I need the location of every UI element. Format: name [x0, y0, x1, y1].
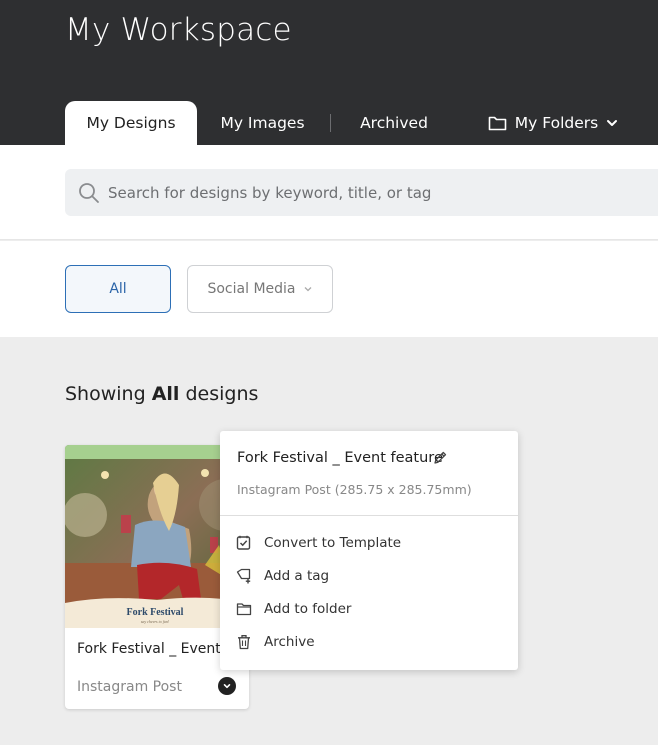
filter-all-button[interactable]: All — [65, 265, 171, 313]
folder-icon — [488, 116, 507, 131]
tab-my-designs[interactable]: My Designs — [65, 101, 197, 145]
tab-label: My Designs — [86, 114, 176, 132]
thumbnail-tagline-text: say cheers to fun! — [141, 619, 170, 624]
design-context-menu: Fork Festival _ Event feature Instagram … — [220, 431, 518, 670]
page-title: My Workspace — [65, 12, 292, 48]
menu-item-label: Archive — [264, 634, 315, 650]
add-tag-icon — [236, 568, 251, 584]
card-title[interactable]: Fork Festival _ Event — [77, 641, 221, 657]
search-box[interactable] — [65, 169, 658, 216]
heading-suffix: designs — [185, 383, 259, 405]
trash-icon — [238, 635, 250, 650]
filter-section: All Social Media — [0, 241, 658, 337]
tab-archived[interactable]: Archived — [340, 101, 448, 145]
tab-my-images[interactable]: My Images — [205, 101, 320, 145]
heading-prefix: Showing — [65, 383, 146, 405]
popup-subtitle: Instagram Post (285.75 x 285.75mm) — [237, 482, 472, 497]
card-menu-button[interactable] — [218, 677, 236, 695]
tab-label: My Images — [220, 114, 305, 132]
results-heading: Showing All designs — [65, 383, 258, 405]
popup-title: Fork Festival _ Event feature — [237, 450, 443, 466]
tab-my-folders[interactable]: My Folders — [478, 101, 628, 145]
menu-item-label: Convert to Template — [264, 535, 402, 551]
filter-label: All — [109, 281, 127, 297]
menu-item-label: Add to folder — [264, 601, 352, 617]
filter-social-media-dropdown[interactable]: Social Media — [187, 265, 333, 313]
card-type: Instagram Post — [77, 679, 182, 695]
menu-item-add-to-folder[interactable]: Add to folder — [236, 596, 506, 622]
folder-icon — [236, 603, 252, 616]
tab-label: My Folders — [514, 114, 599, 132]
search-input[interactable] — [108, 169, 658, 216]
menu-item-archive[interactable]: Archive — [236, 629, 506, 655]
tab-label: Archived — [360, 114, 428, 132]
chevron-down-icon — [304, 287, 311, 292]
filter-label: Social Media — [207, 281, 296, 297]
search-section — [0, 145, 658, 240]
convert-template-icon — [236, 535, 251, 550]
menu-item-convert-to-template[interactable]: Convert to Template — [236, 530, 506, 556]
workspace-header: My Workspace My Designs My Images Archiv… — [0, 0, 658, 145]
pencil-icon[interactable] — [432, 450, 448, 466]
menu-item-label: Add a tag — [264, 568, 330, 584]
thumbnail-brand-text: Fork Festival — [127, 607, 184, 618]
chevron-down-icon — [607, 120, 618, 126]
heading-emphasis: All — [151, 383, 180, 405]
chevron-down-icon — [223, 684, 231, 689]
divider — [220, 515, 518, 516]
menu-item-add-tag[interactable]: Add a tag — [236, 563, 506, 589]
tab-divider — [330, 114, 331, 132]
search-icon — [79, 183, 99, 203]
